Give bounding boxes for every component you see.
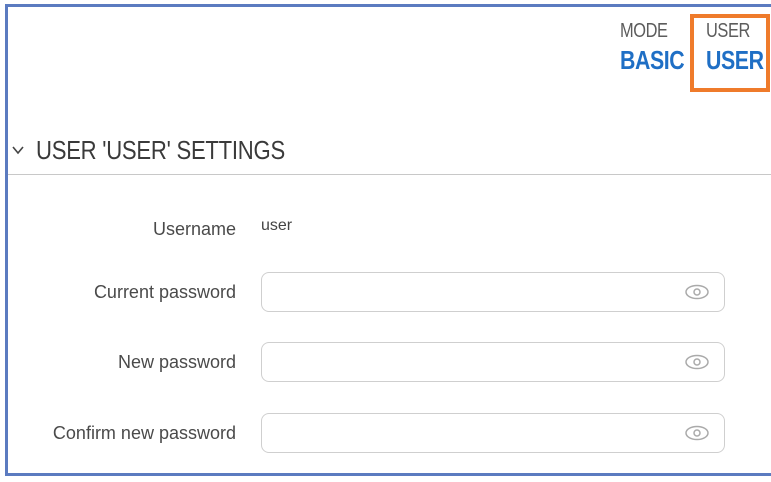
user-value[interactable]: USER <box>706 45 764 76</box>
user-label: USER <box>706 20 750 42</box>
username-value: user <box>261 217 293 234</box>
new-password-field[interactable] <box>261 342 725 382</box>
eye-icon[interactable] <box>684 353 710 371</box>
mode-switch[interactable]: MODE BASIC <box>620 20 698 76</box>
current-password-input[interactable] <box>272 273 676 311</box>
section-title: USER 'USER' SETTINGS <box>36 134 285 165</box>
new-password-input[interactable] <box>272 343 676 381</box>
mode-value[interactable]: BASIC <box>620 45 685 76</box>
confirm-password-field[interactable] <box>261 413 725 453</box>
username-label: Username <box>152 219 236 239</box>
current-password-row: Current password <box>8 272 771 312</box>
confirm-password-label: Confirm new password <box>52 423 236 443</box>
eye-icon[interactable] <box>684 424 710 442</box>
new-password-row: New password <box>8 342 771 382</box>
chevron-down-icon[interactable] <box>10 142 26 158</box>
current-password-field[interactable] <box>261 272 725 312</box>
section-divider <box>8 174 771 175</box>
mode-label: MODE <box>620 20 668 42</box>
eye-icon[interactable] <box>684 283 710 301</box>
current-password-label: Current password <box>93 282 236 302</box>
user-menu[interactable]: USER USER <box>706 20 771 76</box>
section-header[interactable]: USER 'USER' SETTINGS <box>10 132 770 168</box>
confirm-password-input[interactable] <box>272 414 676 452</box>
confirm-password-row: Confirm new password <box>8 413 771 453</box>
username-row: Username user <box>8 209 771 249</box>
new-password-label: New password <box>117 352 236 372</box>
